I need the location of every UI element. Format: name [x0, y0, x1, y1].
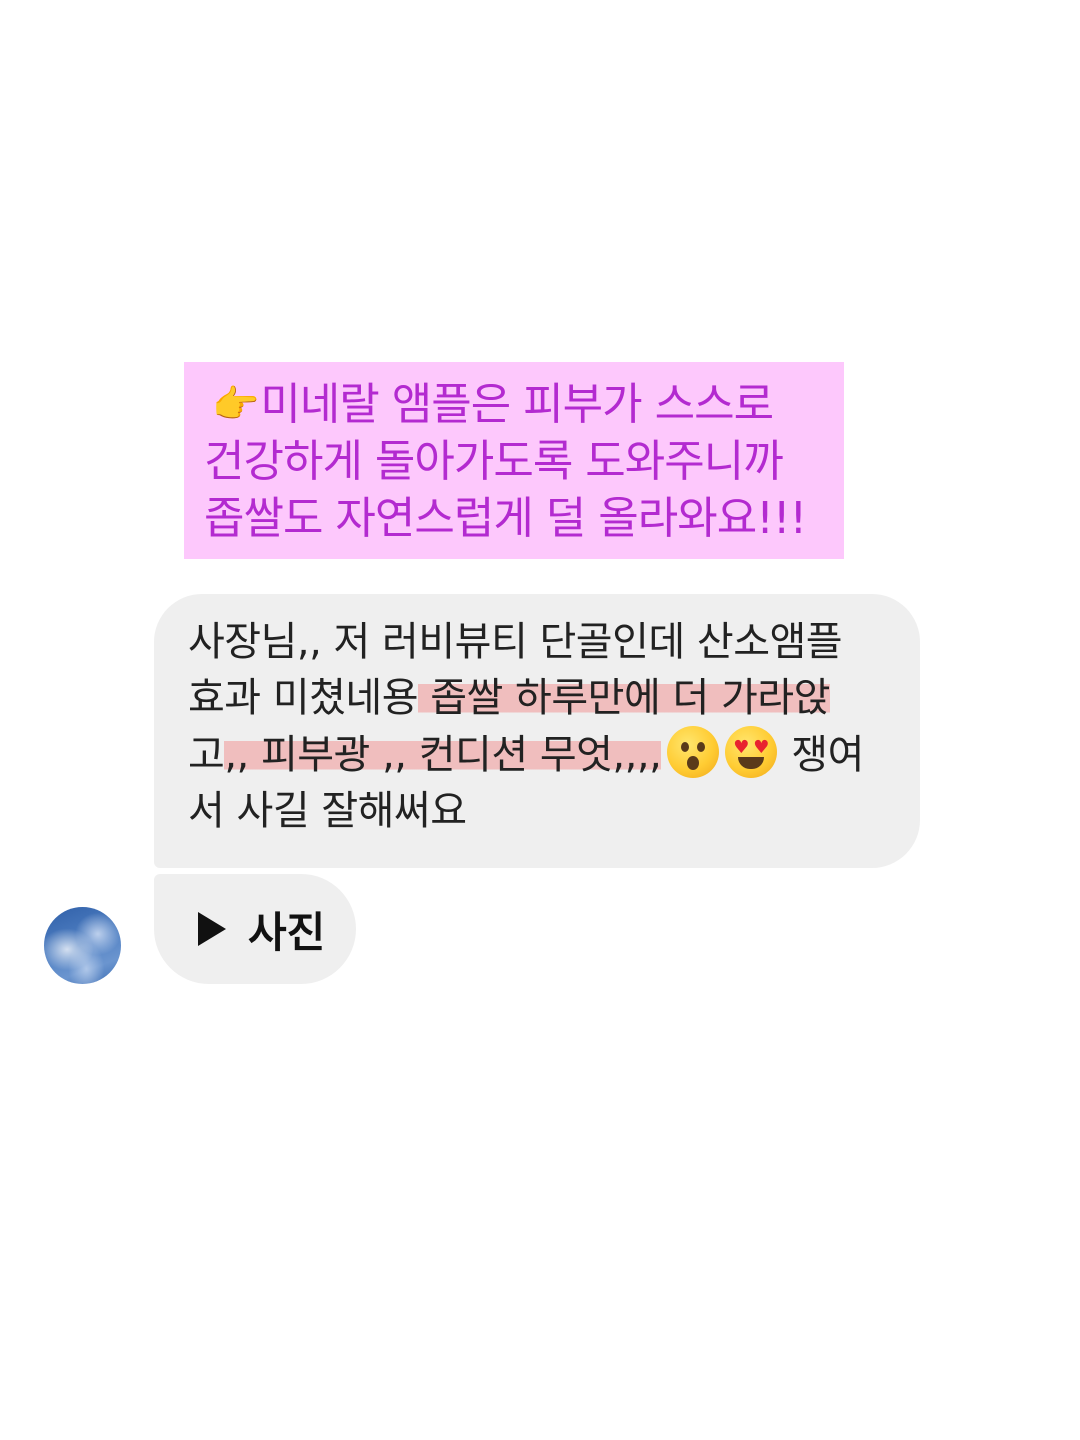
heart-eyes-icon: ♥ ♥	[725, 726, 778, 778]
incoming-message-bubble[interactable]: 사장님,, 저 러비뷰티 단골인데 산소앰플 효과 미쳤네용 좁쌀 하루만에 더…	[154, 594, 920, 868]
play-icon	[198, 912, 226, 946]
highlighted-text: 좁쌀 하루만에 더 가라앉	[418, 675, 830, 721]
message-line-3-tail: 쟁여	[791, 732, 864, 778]
message-line-3: 고,, 피부광 ,, 컨디션 무엇,,,, ♥ ♥ 쟁여	[188, 726, 900, 783]
message-line-3-text: 고	[188, 732, 225, 778]
photo-attachment-bubble[interactable]: 사진	[154, 874, 356, 984]
pointing-hand-icon: 👉	[212, 382, 259, 426]
caption-line-2: 건강하게 돌아가도록 도와주니까	[204, 436, 784, 487]
highlighted-text: ,, 피부광 ,, 컨디션 무엇,,,,	[224, 732, 662, 778]
message-line-2: 효과 미쳤네용 좁쌀 하루만에 더 가라앉	[188, 670, 900, 726]
caption-line-3: 좁쌀도 자연스럽게 덜 올라와요!!!	[204, 493, 807, 544]
annotation-caption: 👉미네랄 앰플은 피부가 스스로 건강하게 돌아가도록 도와주니까 좁쌀도 자연…	[184, 362, 844, 559]
message-line-2-text: 효과 미쳤네용	[188, 675, 419, 721]
sender-avatar[interactable]	[44, 907, 121, 984]
message-line-4: 서 사길 잘해써요	[188, 788, 467, 834]
message-line-1: 사장님,, 저 러비뷰티 단골인데 산소앰플	[188, 619, 843, 665]
hushed-face-icon	[667, 726, 720, 778]
photo-label: 사진	[248, 907, 326, 957]
caption-line-1: 👉미네랄 앰플은 피부가 스스로	[204, 376, 834, 433]
